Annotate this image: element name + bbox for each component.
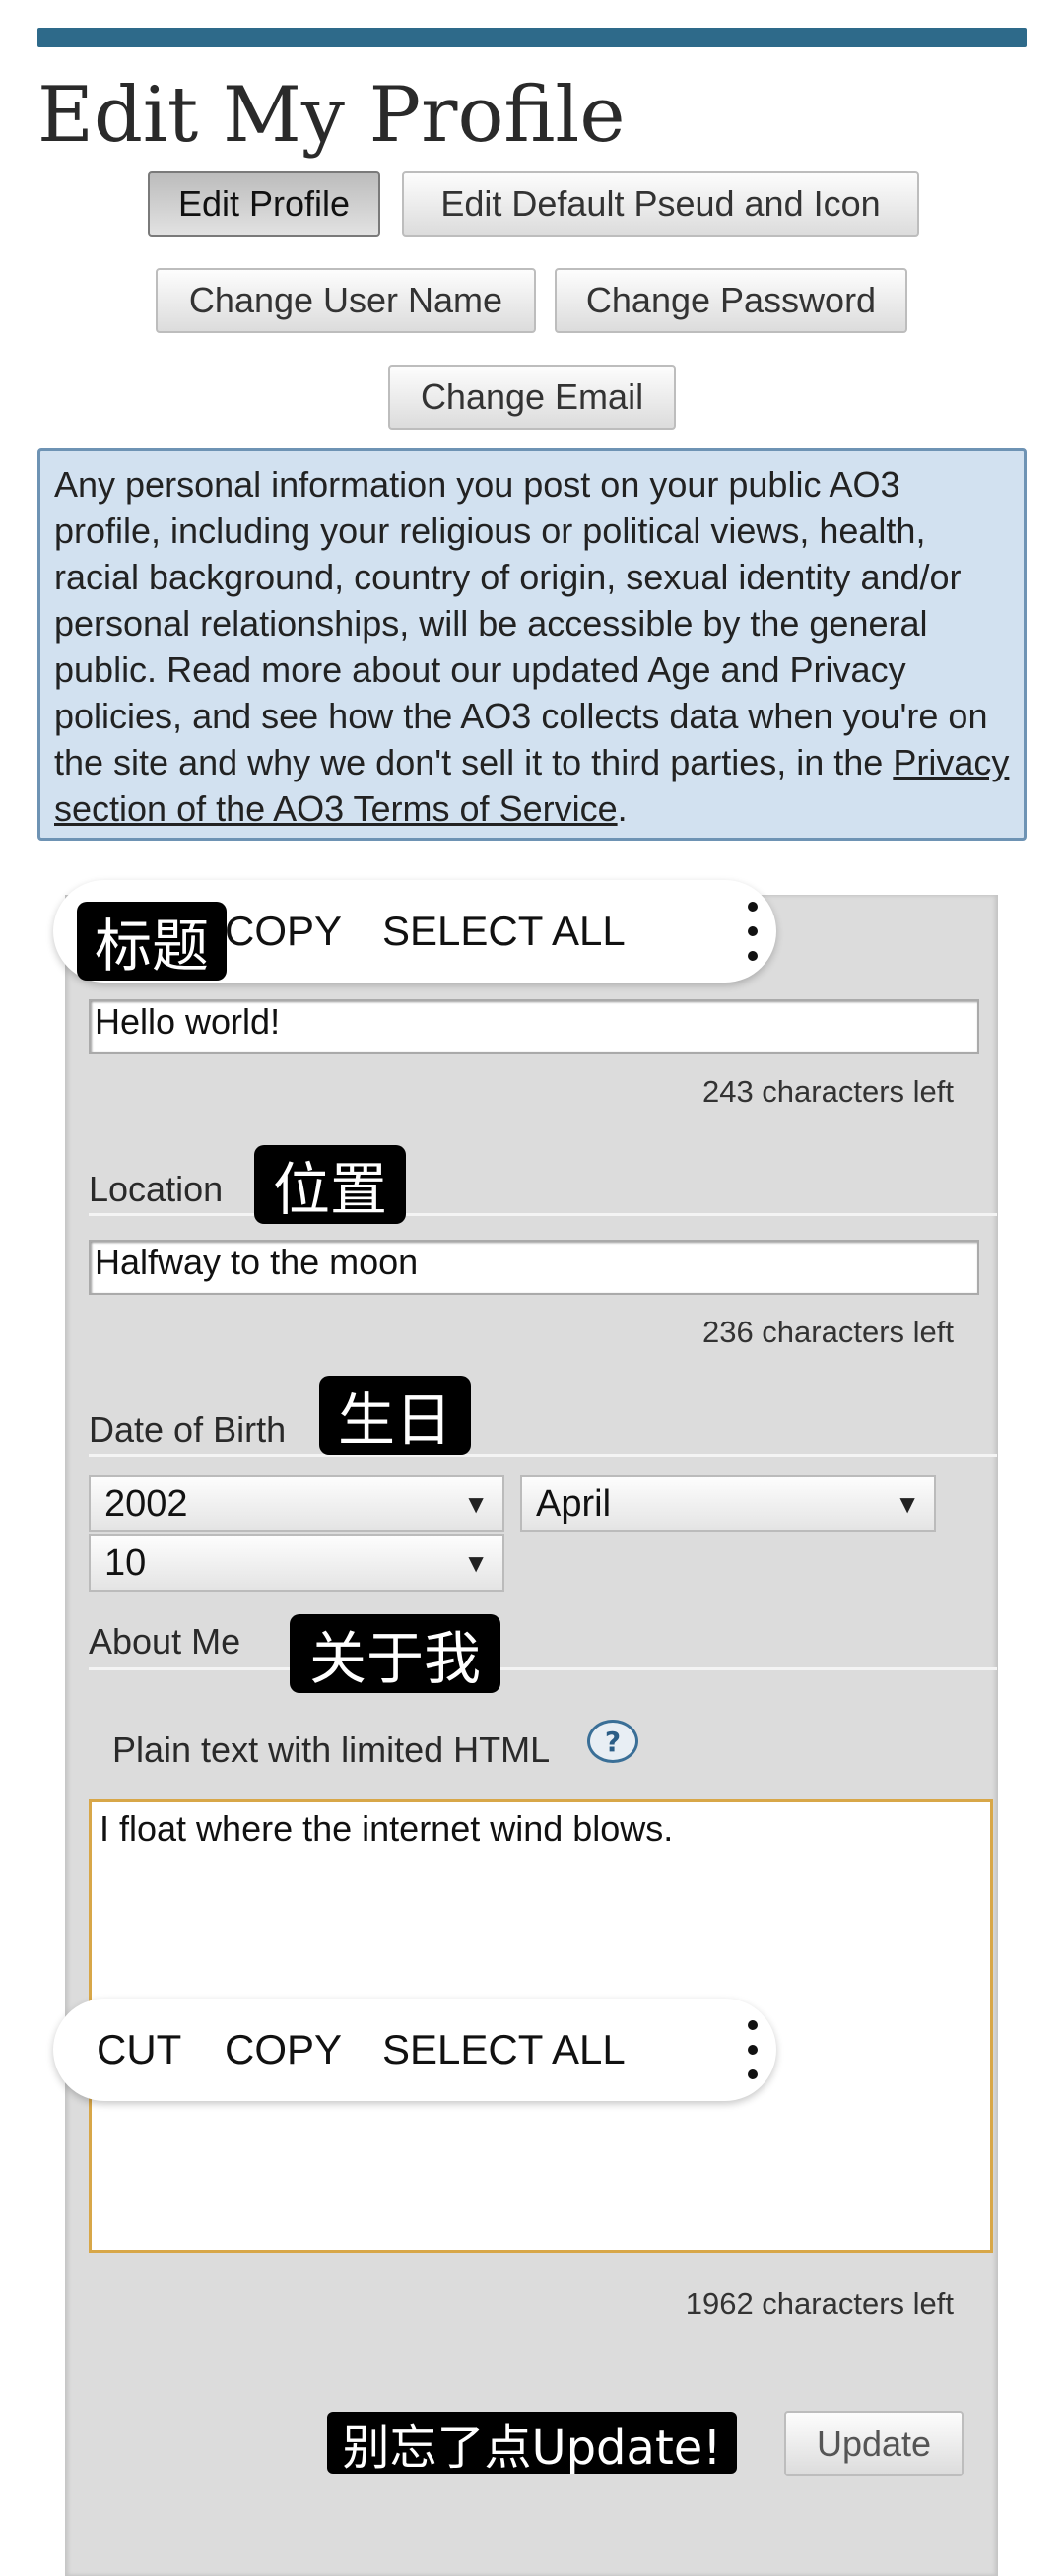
dob-day-value: 10 [104,1541,147,1584]
change-password-button[interactable]: Change Password [555,268,907,333]
edit-default-pseud-button[interactable]: Edit Default Pseud and Icon [402,171,919,237]
more-vert-icon[interactable] [731,898,774,965]
html-hint: Plain text with limited HTML [112,1729,551,1770]
annotation-birthday: 生日 [319,1376,471,1455]
copy-menu-item[interactable]: COPY [225,1999,342,2101]
page-title: Edit My Profile [37,71,626,160]
title-input[interactable]: Hello world! [89,999,979,1054]
privacy-notice-text: Any personal information you post on you… [54,464,988,782]
location-char-counter: 236 characters left [701,1315,954,1349]
update-button[interactable]: Update [784,2411,964,2476]
dropdown-arrow-icon: ▼ [463,1489,489,1519]
about-me-value: I float where the internet wind blows. [100,1808,674,1849]
title-char-counter: 243 characters left [701,1074,954,1109]
location-input[interactable]: Halfway to the moon [89,1240,979,1295]
change-username-button[interactable]: Change User Name [156,268,536,333]
title-input-value: Hello world! [95,1001,281,1042]
help-icon[interactable]: ? [587,1720,638,1763]
about-me-label: About Me [89,1621,241,1661]
site-header-bar [37,28,1027,47]
privacy-notice: Any personal information you post on you… [37,448,1027,841]
select-all-menu-item[interactable]: SELECT ALL [382,1999,626,2101]
dob-label: Date of Birth [89,1409,287,1450]
about-me-divider [89,1667,997,1670]
privacy-notice-end: . [617,788,628,829]
annotation-location: 位置 [254,1145,406,1224]
dob-divider [89,1454,997,1457]
select-all-menu-item[interactable]: SELECT ALL [382,880,626,983]
location-input-value: Halfway to the moon [95,1242,419,1282]
text-selection-menu-bottom: CUT COPY SELECT ALL [53,1999,776,2101]
dob-month-value: April [536,1482,612,1525]
copy-menu-item[interactable]: COPY [225,880,342,983]
location-label: Location [89,1169,224,1209]
change-email-button[interactable]: Change Email [388,365,676,430]
dob-month-select[interactable]: April ▼ [520,1475,936,1532]
about-me-char-counter: 1962 characters left [685,2286,954,2321]
dropdown-arrow-icon: ▼ [463,1548,489,1578]
location-divider [89,1213,997,1216]
dob-year-select[interactable]: 2002 ▼ [89,1475,504,1532]
annotation-about-me: 关于我 [290,1614,500,1693]
annotation-update-reminder: 别忘了点Update! [327,2412,737,2475]
dropdown-arrow-icon: ▼ [895,1489,920,1519]
edit-profile-button[interactable]: Edit Profile [148,171,380,237]
cut-menu-item[interactable]: CUT [97,1999,181,2101]
dob-day-select[interactable]: 10 ▼ [89,1534,504,1592]
more-vert-icon[interactable] [731,2016,774,2083]
dob-year-value: 2002 [104,1482,188,1525]
annotation-title: 标题 [77,902,227,981]
